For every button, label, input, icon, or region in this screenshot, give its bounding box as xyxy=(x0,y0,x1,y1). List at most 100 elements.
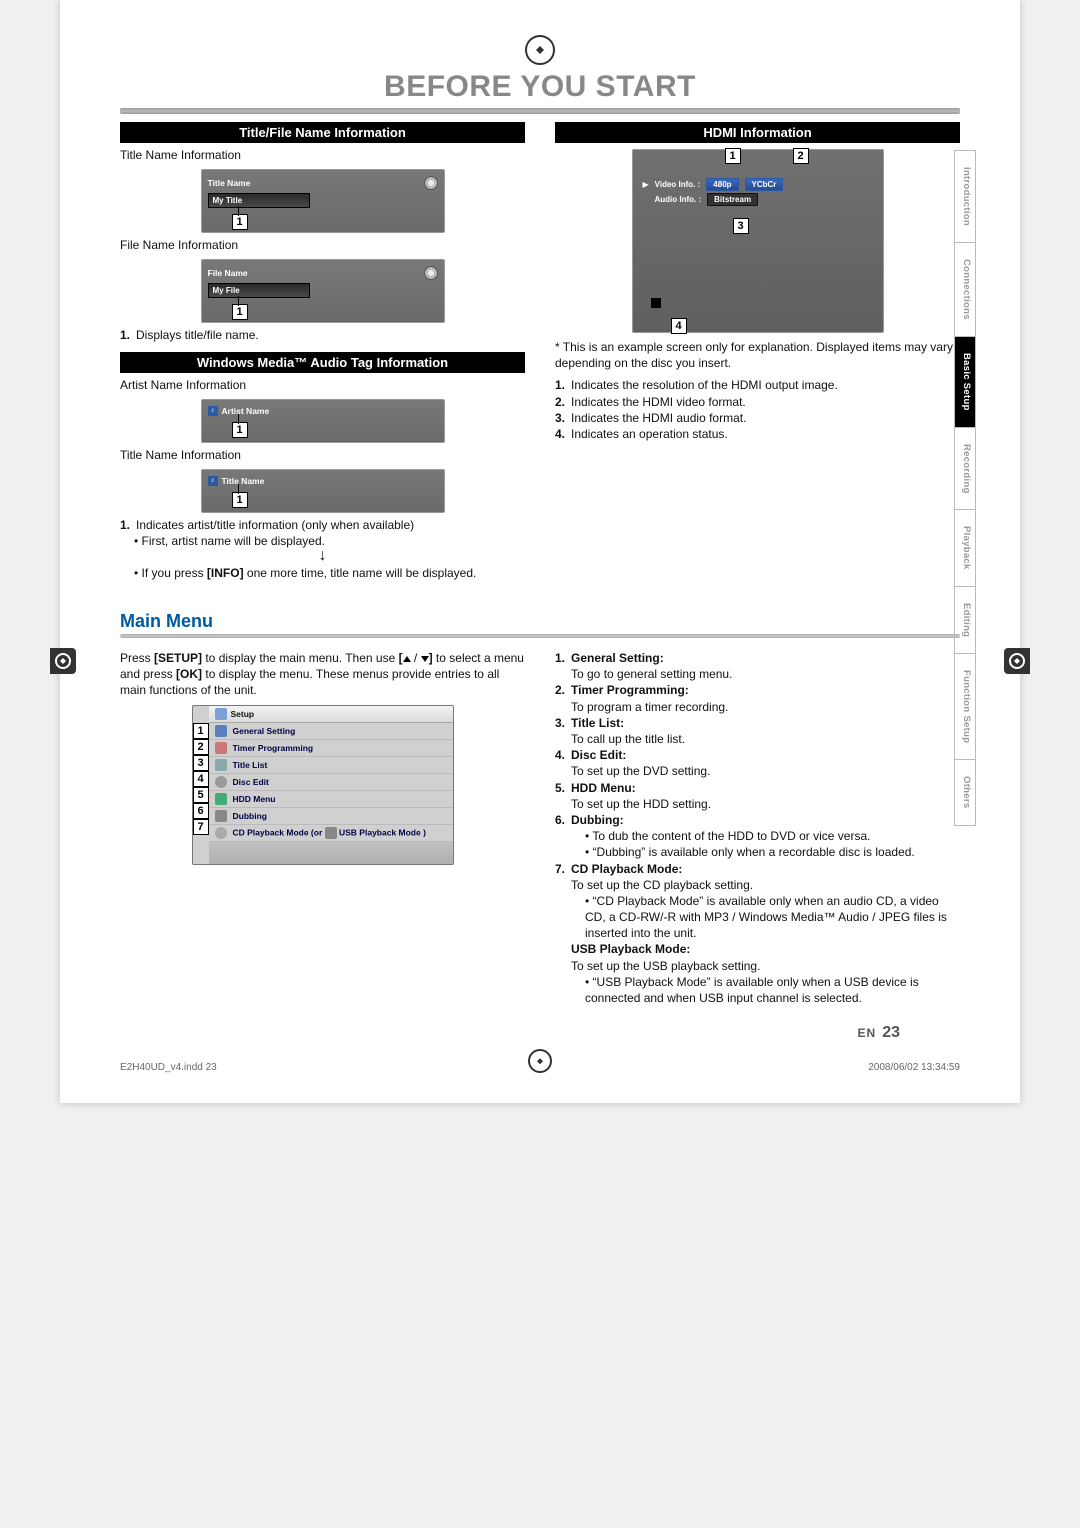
screenshot-hdmi: 1 2 ▶ Video Info. : 480p YCbCr Audio Inf… xyxy=(632,149,884,333)
gl-dub-t: Dubbing: xyxy=(571,813,624,827)
callout-1: 1 xyxy=(232,422,248,438)
screenshot-artist-name: ♪ Artist Name 1 xyxy=(201,399,445,443)
registration-mark-right xyxy=(1004,648,1030,674)
text-frag: If you press xyxy=(142,566,207,580)
gear-icon xyxy=(215,725,227,737)
hdd-icon xyxy=(215,793,227,805)
key-setup: [SETUP] xyxy=(154,651,202,665)
hdmi-audio-label: Audio Info. : xyxy=(655,195,702,204)
registration-mark-left xyxy=(50,648,76,674)
hdmi-exp-3: Indicates the HDMI audio format. xyxy=(571,410,746,426)
hdmi-explanations: 1.Indicates the resolution of the HDMI o… xyxy=(555,377,960,442)
gl-dub-b1: To dub the content of the HDD to DVD or … xyxy=(585,828,915,844)
gl-usb-t: USB Playback Mode: xyxy=(571,942,690,956)
wma-explain-1: Indicates artist/title information (only… xyxy=(136,517,414,533)
hdmi-note-text: This is an example screen only for expla… xyxy=(555,340,953,370)
mm-intro: Press [SETUP] to display the main menu. … xyxy=(120,650,525,699)
hdmi-video-fmt: YCbCr xyxy=(745,178,784,191)
dubbing-icon xyxy=(215,810,227,822)
explain-1: Displays title/file name. xyxy=(136,327,259,343)
callout-1: 1 xyxy=(725,148,741,164)
hdmi-video-label: Video Info. : xyxy=(655,180,701,189)
manual-page: Introduction Connections Basic Setup Rec… xyxy=(60,0,1020,1103)
setup-item-7: CD Playback Mode (or USB Playback Mode ) xyxy=(233,827,426,839)
setup-item-2: Timer Programming xyxy=(233,743,314,753)
wma-explanation: 1.Indicates artist/title information (on… xyxy=(120,517,525,581)
gl-4-d: To set up the DVD setting. xyxy=(571,764,710,778)
gl-usb-d: To set up the USB playback setting. xyxy=(571,959,760,973)
heading-main-menu: Main Menu xyxy=(120,611,960,632)
setup-item-1: General Setting xyxy=(233,726,296,736)
screenshot-setup-menu: 1234567 Setup General Setting Timer Prog… xyxy=(192,705,454,865)
music-note-icon: ♪ xyxy=(208,406,218,416)
setup-item-4: Disc Edit xyxy=(233,777,269,787)
list-icon xyxy=(215,759,227,771)
play-icon: ▶ xyxy=(643,180,649,189)
gl-cd-b: “CD Playback Mode” is available only whe… xyxy=(585,893,960,942)
disc-icon xyxy=(424,176,438,190)
mm-left: Press [SETUP] to display the main menu. … xyxy=(120,646,525,1014)
mm-glossary: 1.General Setting:To go to general setti… xyxy=(555,650,960,1006)
setup-item-3: Title List xyxy=(233,760,268,770)
registration-mark-bottom xyxy=(528,1049,552,1073)
tab-playback: Playback xyxy=(954,510,976,587)
content-area: BEFORE YOU START Title/File Name Informa… xyxy=(120,70,960,1042)
title-file-explanation: 1.Displays title/file name. xyxy=(120,327,525,343)
side-tab-strip: Introduction Connections Basic Setup Rec… xyxy=(954,150,976,826)
callout-1: 1 xyxy=(232,304,248,320)
registration-mark-top xyxy=(525,35,555,65)
setup-item-5: HDD Menu xyxy=(233,794,276,804)
tab-function-setup: Function Setup xyxy=(954,654,976,760)
gl-usb-b: “USB Playback Mode” is available only wh… xyxy=(585,974,960,1006)
hdmi-note: * This is an example screen only for exp… xyxy=(555,339,960,371)
hdmi-video-res: 480p xyxy=(706,178,738,191)
page-footer-number: EN23 xyxy=(120,1024,900,1042)
gl-1-d: To go to general setting menu. xyxy=(571,667,732,681)
indd-file: E2H40UD_v4.indd 23 xyxy=(120,1062,217,1073)
gl-2-d: To program a timer recording. xyxy=(571,700,728,714)
text-frag: one more time, title name will be displa… xyxy=(244,566,477,580)
gl-5-d: To set up the HDD setting. xyxy=(571,797,711,811)
disc-icon xyxy=(424,266,438,280)
gl-1-t: General Setting: xyxy=(571,651,664,665)
gl-cd-t: CD Playback Mode: xyxy=(571,862,682,876)
label-artist-info: Artist Name Information xyxy=(120,377,525,393)
shot-header-artist: Artist Name xyxy=(222,406,270,416)
callout-1: 1 xyxy=(232,492,248,508)
print-timestamp: 2008/06/02 13:34:59 xyxy=(868,1062,960,1073)
key-info: [INFO] xyxy=(207,566,244,580)
callout-3: 3 xyxy=(733,218,749,234)
screenshot-file-name: File Name My File 1 xyxy=(201,259,445,323)
stop-status-icon xyxy=(651,298,661,308)
gl-3-d: To call up the title list. xyxy=(571,732,685,746)
setup-list: Setup General Setting Timer Programming … xyxy=(209,706,453,864)
mm-right: 1.General Setting:To go to general setti… xyxy=(555,646,960,1014)
tab-connections: Connections xyxy=(954,243,976,337)
key-ok: [OK] xyxy=(176,667,202,681)
setup-item-6: Dubbing xyxy=(233,811,267,821)
shot-header-title: Title Name xyxy=(208,178,251,188)
title-rule xyxy=(120,108,960,114)
callout-2: 2 xyxy=(793,148,809,164)
text-frag: CD Playback Mode xyxy=(233,827,309,837)
shot-header-file: File Name xyxy=(208,268,248,278)
page-title: BEFORE YOU START xyxy=(120,70,960,104)
cd-icon xyxy=(215,827,227,839)
hdmi-audio-fmt: Bitstream xyxy=(707,193,758,206)
gl-5-t: HDD Menu: xyxy=(571,781,636,795)
shot-header-title2: Title Name xyxy=(222,476,265,486)
gl-3-t: Title List: xyxy=(571,716,624,730)
tab-others: Others xyxy=(954,760,976,825)
gl-2-t: Timer Programming: xyxy=(571,683,689,697)
hdmi-exp-4: Indicates an operation status. xyxy=(571,426,728,442)
tab-recording: Recording xyxy=(954,428,976,511)
section-bar-title-file: Title/File Name Information xyxy=(120,122,525,143)
left-column: Title/File Name Information Title Name I… xyxy=(120,122,525,589)
screenshot-title-name-2: ♪ Title Name 1 xyxy=(201,469,445,513)
text-frag: to display the main menu. Then use xyxy=(202,651,399,665)
music-note-icon: ♪ xyxy=(208,476,218,486)
text-frag: Press xyxy=(120,651,154,665)
section-bar-wma: Windows Media™ Audio Tag Information xyxy=(120,352,525,373)
two-column-layout: Title/File Name Information Title Name I… xyxy=(120,122,960,589)
up-arrow-icon xyxy=(403,656,411,662)
